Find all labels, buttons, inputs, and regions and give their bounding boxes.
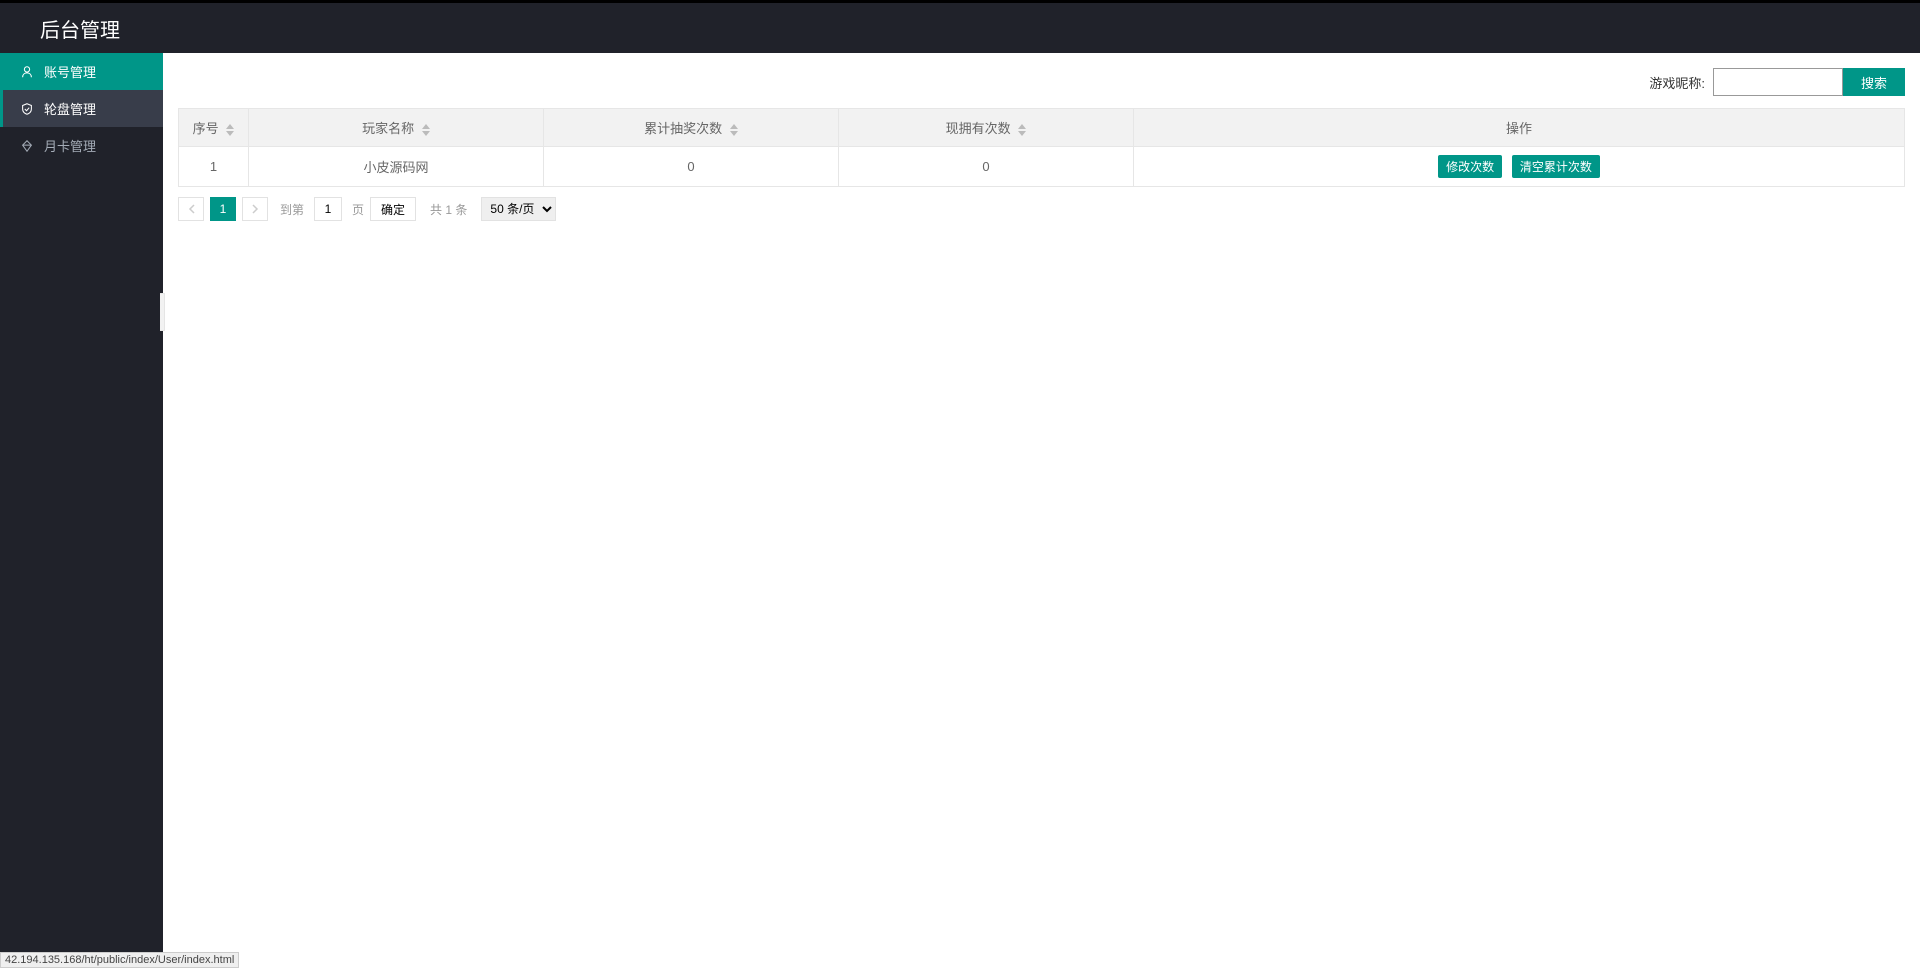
cell-own: 0 xyxy=(839,147,1134,187)
pagination: 1 到第 页 确定 共 1 条 50 条/页 xyxy=(178,187,1905,231)
cell-seq: 1 xyxy=(179,147,249,187)
diamond-icon xyxy=(20,139,34,153)
sort-icon[interactable] xyxy=(1018,124,1026,136)
clear-button[interactable]: 清空累计次数 xyxy=(1512,155,1600,178)
column-header-own[interactable]: 现拥有次数 xyxy=(839,109,1134,147)
sidebar-item-account[interactable]: 账号管理 xyxy=(0,53,163,90)
sidebar: 账号管理 轮盘管理 月卡管理 xyxy=(0,53,163,968)
header: 后台管理 xyxy=(0,3,1920,53)
shield-icon xyxy=(20,102,34,116)
goto-confirm[interactable]: 确定 xyxy=(370,197,416,221)
main-content: 游戏昵称: 搜索 序号 玩家名称 xyxy=(163,53,1920,968)
sidebar-collapse-handle[interactable] xyxy=(160,293,165,331)
goto-input[interactable] xyxy=(314,197,342,221)
sort-icon[interactable] xyxy=(422,124,430,136)
column-header-draw[interactable]: 累计抽奖次数 xyxy=(544,109,839,147)
search-button[interactable]: 搜索 xyxy=(1843,68,1905,96)
user-icon xyxy=(20,65,34,79)
total-label: 共 1 条 xyxy=(430,201,467,218)
data-table: 序号 玩家名称 累计抽奖次数 xyxy=(178,108,1905,187)
sidebar-item-label: 账号管理 xyxy=(44,62,96,81)
page-number[interactable]: 1 xyxy=(210,197,236,221)
status-bar: 42.194.135.168/ht/public/index/User/inde… xyxy=(0,952,239,968)
page-label: 页 xyxy=(352,201,364,218)
search-bar: 游戏昵称: 搜索 xyxy=(178,68,1905,96)
sidebar-item-monthcard[interactable]: 月卡管理 xyxy=(0,127,163,164)
column-header-action: 操作 xyxy=(1134,109,1905,147)
column-header-name[interactable]: 玩家名称 xyxy=(249,109,544,147)
search-label: 游戏昵称: xyxy=(1649,73,1705,92)
sidebar-item-wheel[interactable]: 轮盘管理 xyxy=(0,90,163,127)
sort-icon[interactable] xyxy=(730,124,738,136)
page-next[interactable] xyxy=(242,197,268,221)
sidebar-item-label: 轮盘管理 xyxy=(44,99,96,118)
app-title: 后台管理 xyxy=(40,14,120,43)
page-prev[interactable] xyxy=(178,197,204,221)
cell-action: 修改次数 清空累计次数 xyxy=(1134,147,1905,187)
search-input[interactable] xyxy=(1713,68,1843,96)
table-row: 1 小皮源码网 0 0 修改次数 清空累计次数 xyxy=(179,147,1905,187)
page-size-select[interactable]: 50 条/页 xyxy=(481,197,556,221)
cell-draw: 0 xyxy=(544,147,839,187)
column-header-seq[interactable]: 序号 xyxy=(179,109,249,147)
goto-label: 到第 xyxy=(280,201,304,218)
cell-name: 小皮源码网 xyxy=(249,147,544,187)
sidebar-item-label: 月卡管理 xyxy=(44,136,96,155)
sort-icon[interactable] xyxy=(226,124,234,136)
modify-button[interactable]: 修改次数 xyxy=(1438,155,1502,178)
